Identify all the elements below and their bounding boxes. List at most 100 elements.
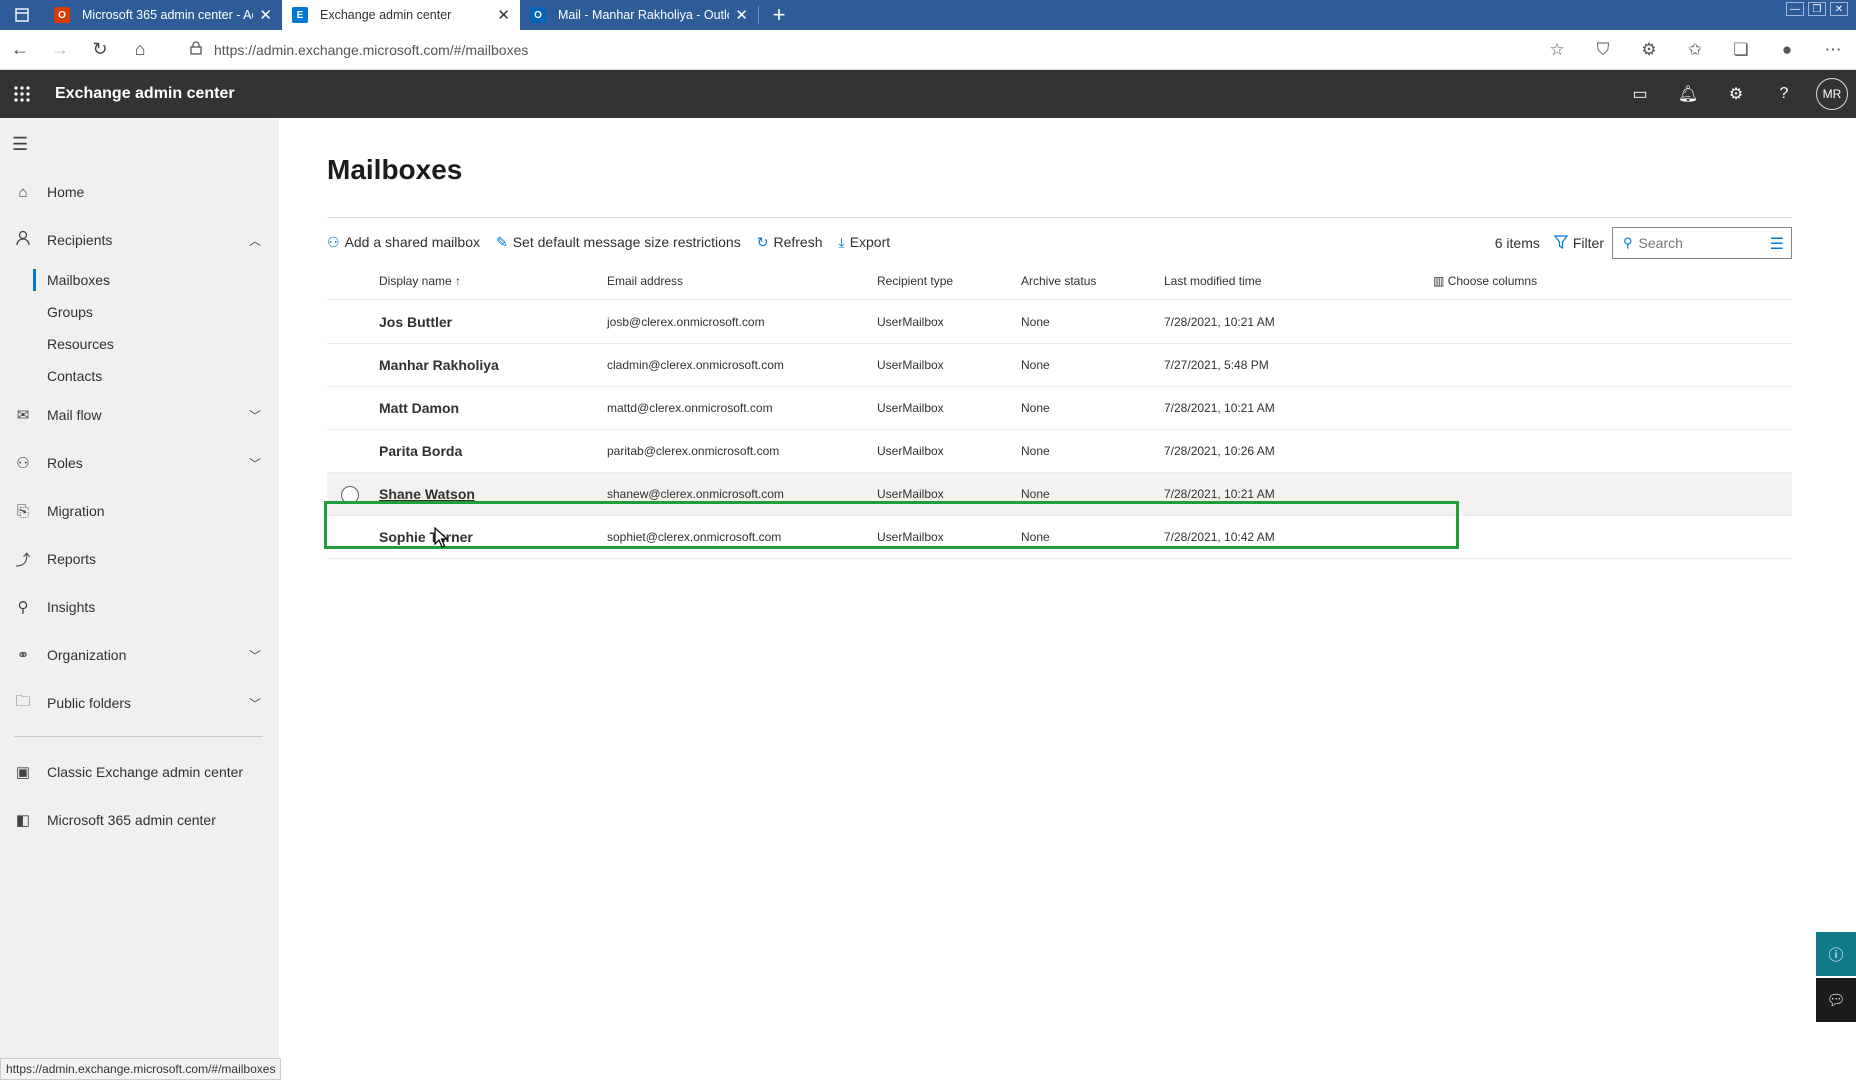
- sidebar-subitem-groups[interactable]: Groups: [47, 304, 93, 320]
- filter-button[interactable]: Filter: [1553, 234, 1604, 252]
- lightbulb-icon: ⚲: [17, 599, 29, 616]
- sidebar: ☰ ⌂ Home Recipients ︿ Mailboxes Groups R…: [0, 118, 279, 1080]
- sidebar-subitem-mailboxes[interactable]: Mailboxes: [32, 269, 110, 291]
- help-floating-button[interactable]: ⓘ: [1816, 932, 1856, 976]
- row-email: shanew@clerex.onmicrosoft.com: [607, 487, 784, 501]
- reload-icon[interactable]: ↻: [80, 30, 120, 70]
- forward-icon[interactable]: →: [40, 30, 80, 70]
- maximize-icon[interactable]: ❐: [1808, 2, 1826, 16]
- row-recipient-type: UserMailbox: [877, 401, 944, 415]
- sidebar-item-label: Microsoft 365 admin center: [47, 812, 216, 828]
- terminal-icon[interactable]: ▭: [1616, 84, 1664, 104]
- sidebar-divider: [14, 736, 263, 737]
- chevron-down-icon[interactable]: ﹀: [249, 407, 261, 424]
- minimize-icon[interactable]: —: [1786, 2, 1804, 16]
- org-icon: ⚭: [16, 647, 30, 664]
- search-icon: ⚲: [1623, 235, 1633, 250]
- close-window-icon[interactable]: ✕: [1830, 2, 1848, 16]
- extensions-icon[interactable]: ⚙: [1626, 40, 1672, 60]
- profile-icon[interactable]: ●: [1764, 40, 1810, 60]
- home-browser-icon[interactable]: ⌂: [120, 30, 160, 70]
- help-icon[interactable]: ?: [1760, 85, 1808, 103]
- row-display-name[interactable]: Matt Damon: [379, 400, 459, 416]
- sidebar-item-organization[interactable]: ⚭ Organization ﹀: [0, 635, 279, 675]
- feedback-floating-button[interactable]: 💬︎: [1816, 978, 1856, 1022]
- settings-gear-icon[interactable]: ⚙: [1712, 84, 1760, 104]
- sidebar-item-insights[interactable]: ⚲ Insights: [0, 587, 279, 627]
- sidebar-item-public-folders[interactable]: 🗀 Public folders ﹀: [0, 683, 279, 723]
- col-email[interactable]: Email address: [607, 274, 683, 288]
- close-tab-icon[interactable]: ✕: [497, 6, 510, 24]
- col-archive-status[interactable]: Archive status: [1021, 274, 1096, 288]
- shield-extension-icon[interactable]: ⛉: [1580, 40, 1626, 60]
- sidebar-item-m365-admin[interactable]: ◧ Microsoft 365 admin center: [0, 800, 279, 840]
- chevron-down-icon[interactable]: ﹀: [249, 695, 261, 712]
- office-favicon-icon: O: [54, 7, 70, 23]
- page-title: Mailboxes: [327, 154, 463, 185]
- favorites-icon[interactable]: ✩: [1672, 40, 1718, 60]
- new-tab-button[interactable]: +: [765, 2, 793, 27]
- hamburger-menu-icon[interactable]: ☰: [12, 134, 28, 155]
- choose-columns-button[interactable]: ▥ Choose columns: [1433, 274, 1537, 288]
- sidebar-item-migration[interactable]: ⎘ Migration: [0, 491, 279, 531]
- app-title[interactable]: Exchange admin center: [55, 85, 235, 103]
- highlight-annotation-box: [324, 501, 1459, 549]
- header-actions: ▭ 🔔︎ ⚙ ? MR: [1616, 70, 1856, 118]
- sidebar-subitem-resources[interactable]: Resources: [47, 336, 114, 352]
- sidebar-item-label: Home: [47, 184, 85, 200]
- search-box[interactable]: ⚲: [1612, 227, 1792, 259]
- collections-icon[interactable]: ❏: [1718, 40, 1764, 60]
- col-recipient-type[interactable]: Recipient type: [877, 274, 953, 288]
- favorite-star-icon[interactable]: ☆: [1534, 40, 1580, 60]
- table-row[interactable]: Jos Buttler josb@clerex.onmicrosoft.com …: [327, 301, 1792, 344]
- browser-tab-m365[interactable]: O Microsoft 365 admin center - Ac ✕: [44, 0, 282, 30]
- set-size-restrictions-button[interactable]: ✎ Set default message size restrictions: [496, 234, 741, 251]
- sidebar-item-mail-flow[interactable]: ✉ Mail flow ﹀: [0, 395, 279, 435]
- row-archive-status: None: [1021, 487, 1050, 501]
- url-field[interactable]: https://admin.exchange.microsoft.com/#/m…: [190, 41, 528, 58]
- row-last-modified: 7/28/2021, 10:21 AM: [1164, 487, 1275, 501]
- url-text: https://admin.exchange.microsoft.com/#/m…: [214, 41, 529, 58]
- row-display-name[interactable]: Jos Buttler: [379, 314, 452, 330]
- row-recipient-type: UserMailbox: [877, 487, 944, 501]
- browser-tab-outlook[interactable]: O Mail - Manhar Rakholiya - Outlo ✕: [520, 0, 758, 30]
- col-display-name[interactable]: Display name ↑: [379, 274, 461, 288]
- add-shared-mailbox-button[interactable]: ⚇ Add a shared mailbox: [327, 234, 480, 251]
- sidebar-subitem-contacts[interactable]: Contacts: [47, 368, 102, 384]
- sidebar-item-reports[interactable]: ⤴ Reports: [0, 539, 279, 579]
- search-input[interactable]: [1638, 235, 1769, 251]
- table-row[interactable]: Manhar Rakholiya cladmin@clerex.onmicros…: [327, 344, 1792, 387]
- avatar[interactable]: MR: [1816, 78, 1848, 110]
- browser-tab-exchange[interactable]: E Exchange admin center ✕: [282, 0, 520, 30]
- columns-icon: ▥: [1433, 274, 1445, 288]
- sidebar-item-classic-eac[interactable]: ▣ Classic Exchange admin center: [0, 752, 279, 792]
- office-icon: ◧: [15, 812, 31, 829]
- back-icon[interactable]: ←: [0, 30, 40, 70]
- col-last-modified[interactable]: Last modified time: [1164, 274, 1261, 288]
- close-tab-icon[interactable]: ✕: [735, 6, 748, 24]
- close-tab-icon[interactable]: ✕: [259, 6, 272, 24]
- tab-actions-icon[interactable]: [0, 0, 44, 30]
- row-email: josb@clerex.onmicrosoft.com: [607, 315, 765, 329]
- sidebar-item-home[interactable]: ⌂ Home: [0, 172, 279, 212]
- table-row[interactable]: Matt Damon mattd@clerex.onmicrosoft.com …: [327, 387, 1792, 430]
- sidebar-item-recipients[interactable]: Recipients ︿: [0, 220, 279, 260]
- item-count: 6 items: [1494, 235, 1540, 251]
- bell-icon[interactable]: 🔔︎: [1664, 84, 1712, 104]
- sidebar-item-roles[interactable]: ⚇ Roles ﹀: [0, 443, 279, 483]
- row-display-name[interactable]: Parita Borda: [379, 443, 462, 459]
- title-divider: [327, 217, 1792, 218]
- table-row[interactable]: Parita Borda paritab@clerex.onmicrosoft.…: [327, 430, 1792, 473]
- chevron-up-icon[interactable]: ︿: [249, 232, 261, 249]
- chevron-down-icon[interactable]: ﹀: [249, 647, 261, 664]
- row-display-name-link[interactable]: Shane Watson: [379, 486, 475, 502]
- view-options-icon[interactable]: ☰: [1770, 234, 1784, 254]
- filter-icon: [1553, 234, 1569, 252]
- chevron-down-icon[interactable]: ﹀: [249, 455, 261, 472]
- chart-icon: ⤴: [15, 551, 31, 569]
- more-icon[interactable]: ⋯: [1810, 40, 1856, 60]
- export-button[interactable]: ⤓ Export: [838, 234, 890, 251]
- app-launcher-icon[interactable]: [0, 70, 44, 118]
- row-display-name[interactable]: Manhar Rakholiya: [379, 357, 499, 373]
- refresh-button[interactable]: ↻ Refresh: [757, 234, 823, 251]
